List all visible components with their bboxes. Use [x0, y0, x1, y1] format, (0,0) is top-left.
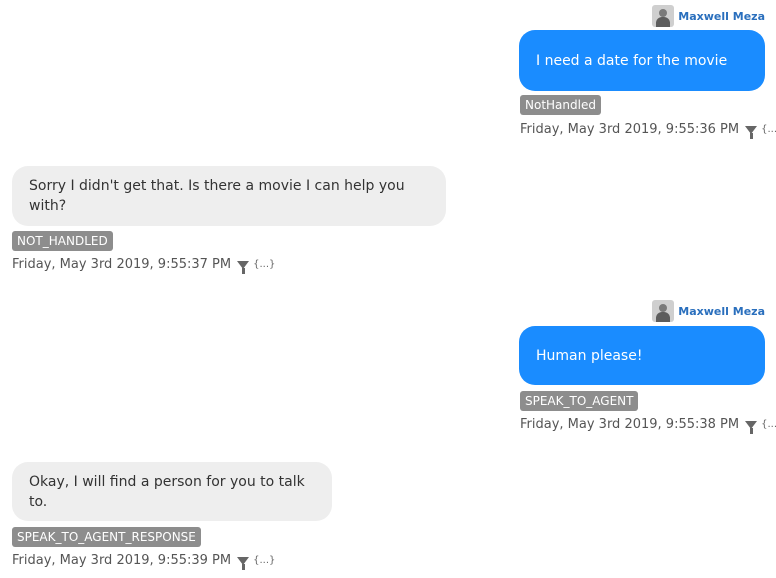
message-text: Sorry I didn't get that. Is there a movi… — [29, 178, 405, 214]
filter-icon[interactable] — [745, 125, 758, 139]
intent-badge: NOT_HANDLED — [12, 231, 113, 251]
user-name: Maxwell Meza — [678, 9, 765, 23]
json-icon[interactable]: {...} — [761, 419, 776, 430]
json-icon[interactable]: {...} — [761, 124, 776, 135]
filter-icon[interactable] — [237, 556, 250, 570]
intent-badge: SPEAK_TO_AGENT — [520, 391, 639, 411]
json-icon[interactable]: {...} — [253, 259, 275, 270]
user-header: Maxwell Meza — [652, 5, 765, 27]
user-message-bubble: I need a date for the movie — [519, 30, 765, 91]
message-text: Human please! — [536, 347, 643, 364]
message-meta: Friday, May 3rd 2019, 9:55:39 PM {...} — [12, 553, 275, 570]
user-name: Maxwell Meza — [678, 304, 765, 318]
message-text: I need a date for the movie — [536, 52, 728, 69]
message-meta: Friday, May 3rd 2019, 9:55:36 PM {...} — [520, 122, 776, 139]
user-header: Maxwell Meza — [652, 300, 765, 322]
message-text: Okay, I will find a person for you to ta… — [29, 473, 305, 510]
bot-message-bubble: Okay, I will find a person for you to ta… — [12, 462, 332, 521]
timestamp: Friday, May 3rd 2019, 9:55:39 PM — [12, 553, 232, 568]
timestamp: Friday, May 3rd 2019, 9:55:36 PM — [520, 122, 740, 137]
json-icon[interactable]: {...} — [253, 555, 275, 566]
intent-badge: SPEAK_TO_AGENT_RESPONSE — [12, 527, 201, 547]
avatar — [652, 5, 675, 27]
timestamp: Friday, May 3rd 2019, 9:55:38 PM — [520, 417, 740, 432]
message-meta: Friday, May 3rd 2019, 9:55:37 PM {...} — [12, 257, 275, 274]
user-message-bubble: Human please! — [519, 326, 765, 385]
filter-icon[interactable] — [745, 420, 758, 434]
intent-badge: NotHandled — [520, 95, 601, 115]
timestamp: Friday, May 3rd 2019, 9:55:37 PM — [12, 257, 232, 272]
bot-message-bubble: Sorry I didn't get that. Is there a movi… — [12, 166, 446, 226]
message-meta: Friday, May 3rd 2019, 9:55:38 PM {...} — [520, 417, 776, 434]
avatar — [652, 300, 675, 322]
filter-icon[interactable] — [237, 260, 250, 274]
